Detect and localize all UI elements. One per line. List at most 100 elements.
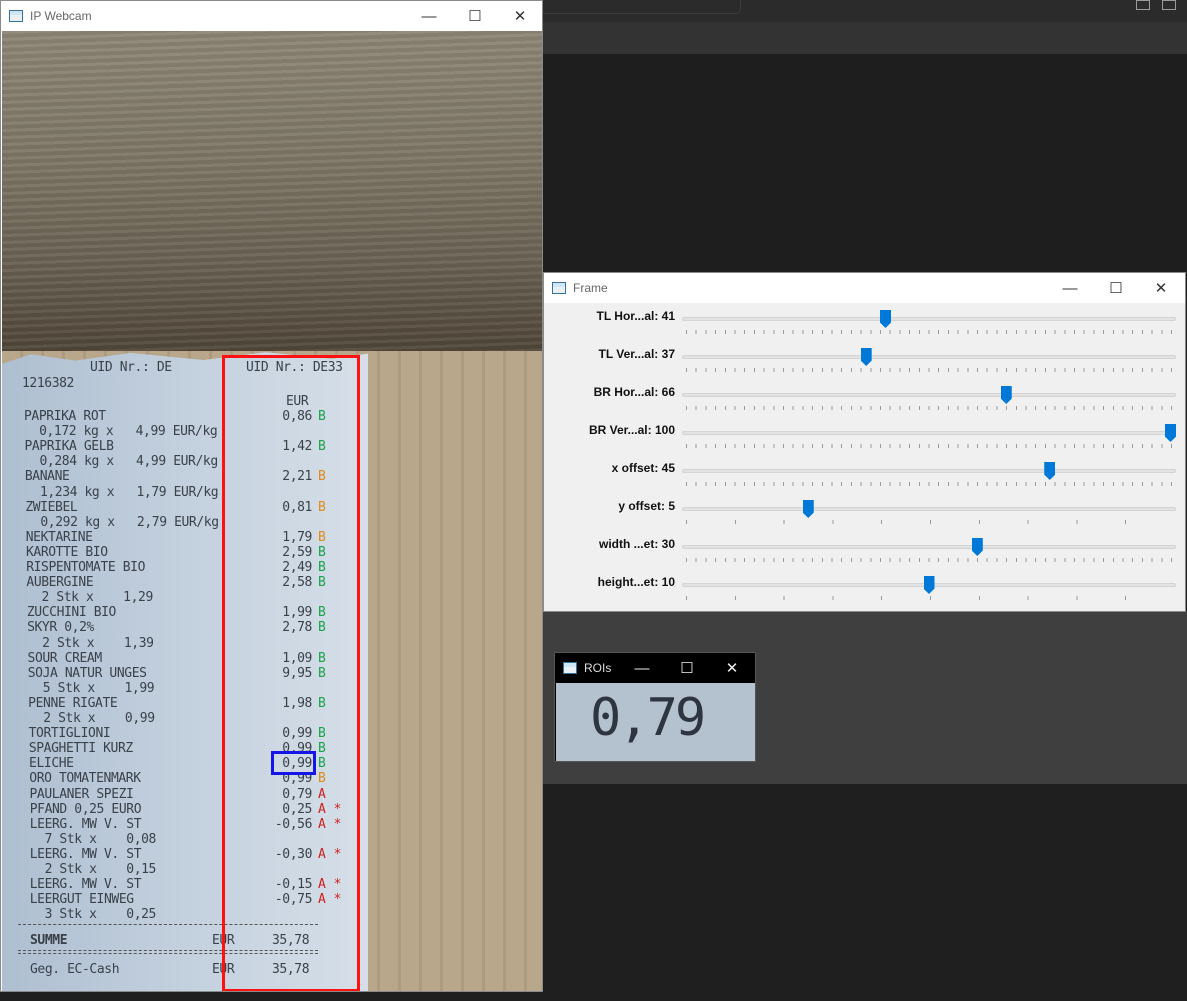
receipt-line-text: SPAGHETTI KURZ bbox=[28, 741, 133, 757]
receipt-line-text: ZUCCHINI BIO bbox=[26, 605, 117, 621]
receipt-line-text: 2 Stk x 1,29 bbox=[26, 590, 153, 606]
receipt-line-text: LEERG. MW V. ST bbox=[29, 846, 142, 862]
receipt-line-text: KAROTTE BIO bbox=[25, 544, 108, 560]
trackbar-row: TL Hor...al: 41 bbox=[544, 305, 1185, 343]
receipt-line-text: 1,234 kg x 1,79 EUR/kg bbox=[25, 484, 219, 500]
trackbar-ticks bbox=[686, 482, 1174, 486]
trackbar-ticks bbox=[686, 596, 1174, 600]
trackbar-thumb[interactable] bbox=[971, 538, 983, 556]
trackbar-label: y offset: 5 bbox=[618, 499, 675, 513]
receipt-line-text: NEKTARINE bbox=[25, 529, 93, 545]
receipt-line-text: 0,172 kg x 4,99 EUR/kg bbox=[24, 424, 218, 440]
layout-icon[interactable] bbox=[1136, 0, 1150, 10]
maximize-button[interactable]: ☐ bbox=[452, 1, 498, 31]
roi-image: 0,79 bbox=[556, 683, 755, 761]
trackbar-label: TL Ver...al: 37 bbox=[598, 347, 676, 361]
trackbar-row: BR Hor...al: 66 bbox=[544, 381, 1185, 419]
trackbar-track[interactable] bbox=[682, 431, 1176, 435]
minimize-button[interactable]: — bbox=[619, 653, 665, 683]
trackbar-track[interactable] bbox=[682, 317, 1176, 321]
receipt-line-text: PAULANER SPEZI bbox=[29, 786, 134, 802]
receipt-line-text: PAPRIKA GELB bbox=[24, 439, 114, 455]
rois-title: ROIs bbox=[584, 661, 612, 675]
trackbar-ticks bbox=[686, 330, 1174, 334]
receipt-line-text: BANANE bbox=[24, 469, 70, 485]
close-button[interactable]: ✕ bbox=[1138, 273, 1184, 303]
rois-titlebar[interactable]: ROIs — ☐ ✕ bbox=[555, 653, 755, 683]
receipt-line-text: 0,292 kg x 2,79 EUR/kg bbox=[25, 514, 219, 530]
frame-window: Frame — ☐ ✕ TL Hor...al: 41 TL Ver...al: … bbox=[543, 272, 1186, 612]
receipt-line-text: 7 Stk x 0,08 bbox=[29, 831, 157, 847]
trackbar-ticks bbox=[686, 558, 1174, 562]
receipt-line-text: SOUR CREAM bbox=[27, 650, 103, 666]
trackbar-track[interactable] bbox=[682, 507, 1176, 511]
trackbar-label: x offset: 45 bbox=[611, 461, 675, 475]
trackbar-row: y offset: 5 bbox=[544, 495, 1185, 533]
frame-titlebar[interactable]: Frame — ☐ ✕ bbox=[544, 273, 1185, 303]
trackbar-track[interactable] bbox=[682, 545, 1176, 549]
trackbar-thumb[interactable] bbox=[1044, 462, 1056, 480]
receipt-line-text: ORO TOMATENMARK bbox=[29, 771, 141, 787]
price-column-roi bbox=[222, 355, 360, 991]
app-icon bbox=[563, 662, 577, 674]
trackbar-row: width ...et: 30 bbox=[544, 533, 1185, 571]
receipt-line-text: 2 Stk x 0,99 bbox=[28, 711, 155, 726]
webcam-titlebar[interactable]: IP Webcam — ☐ ✕ bbox=[1, 1, 542, 31]
receipt-number: 1216382 bbox=[22, 376, 74, 391]
webcam-window: IP Webcam — ☐ ✕ UID Nr.: DE UID Nr.: DE3… bbox=[0, 0, 543, 992]
roi-value: 0,79 bbox=[590, 688, 706, 748]
receipt-line-text: SOJA NATUR UNGES bbox=[27, 665, 147, 681]
rois-window: ROIs — ☐ ✕ 0,79 bbox=[554, 652, 756, 762]
trackbar-track[interactable] bbox=[682, 355, 1176, 359]
trackbar-ticks bbox=[686, 444, 1174, 448]
app-icon bbox=[9, 10, 23, 22]
trackbar-thumb[interactable] bbox=[1165, 424, 1176, 442]
receipt-line-text: PAPRIKA ROT bbox=[24, 409, 106, 424]
receipt-line-text: 2 Stk x 0,15 bbox=[29, 862, 157, 877]
trackbar-thumb[interactable] bbox=[1000, 386, 1012, 404]
maximize-button[interactable]: ☐ bbox=[1093, 273, 1139, 303]
receipt-line-text: SKYR 0,2% bbox=[27, 620, 94, 636]
wood-surface bbox=[2, 31, 542, 355]
close-button[interactable]: ✕ bbox=[497, 1, 542, 31]
maximize-button[interactable]: ☐ bbox=[664, 653, 710, 683]
trackbar-thumb[interactable] bbox=[860, 348, 872, 366]
trackbar-ticks bbox=[686, 520, 1174, 524]
minimize-button[interactable]: — bbox=[406, 1, 452, 31]
receipt-line-text: 3 Stk x 0,25 bbox=[29, 907, 157, 923]
receipt-line-text: 2 Stk x 1,39 bbox=[27, 635, 154, 651]
trackbar-label: BR Hor...al: 66 bbox=[593, 385, 675, 399]
trackbar-thumb[interactable] bbox=[802, 500, 814, 518]
receipt-line-text: LEERGUT EINWEG bbox=[29, 892, 134, 908]
receipt-line-text: PFAND 0,25 EURO bbox=[29, 801, 142, 817]
trackbar-thumb[interactable] bbox=[880, 310, 892, 328]
receipt-line-text: AUBERGINE bbox=[26, 575, 94, 591]
receipt-payment-label: Geg. EC-Cash bbox=[30, 962, 120, 977]
receipt-line-text: ZWIEBEL bbox=[25, 499, 78, 515]
minimize-button[interactable]: — bbox=[1047, 273, 1093, 303]
trackbar-row: height...et: 10 bbox=[544, 571, 1185, 609]
receipt-line-text: PENNE RIGATE bbox=[28, 695, 118, 711]
trackbar-ticks bbox=[686, 406, 1174, 410]
background-tab bbox=[541, 0, 741, 14]
close-button[interactable]: ✕ bbox=[709, 653, 755, 683]
trackbar-track[interactable] bbox=[682, 469, 1176, 473]
trackbar-label: TL Hor...al: 41 bbox=[596, 309, 675, 323]
receipt-line-text: ELICHE bbox=[29, 756, 74, 772]
trackbar-track[interactable] bbox=[682, 393, 1176, 397]
trackbar-row: BR Ver...al: 100 bbox=[544, 419, 1185, 457]
trackbar-label: BR Ver...al: 100 bbox=[588, 423, 675, 437]
panel-icon[interactable] bbox=[1162, 0, 1176, 10]
trackbar-label: width ...et: 30 bbox=[598, 537, 675, 551]
app-icon bbox=[552, 282, 566, 294]
receipt-uid-left: UID Nr.: DE bbox=[90, 360, 172, 375]
receipt-line-text: 0,284 kg x 4,99 EUR/kg bbox=[24, 454, 219, 470]
webcam-title: IP Webcam bbox=[30, 9, 92, 23]
receipt-line-text: LEERG. MW V. ST bbox=[29, 877, 142, 893]
receipt-line-text: LEERG. MW V. ST bbox=[29, 816, 142, 832]
receipt-line-text: RISPENTOMATE BIO bbox=[26, 560, 146, 575]
trackbar-row: TL Ver...al: 37 bbox=[544, 343, 1185, 381]
trackbar-thumb[interactable] bbox=[923, 576, 935, 594]
frame-title: Frame bbox=[573, 281, 608, 295]
receipt-line-text: TORTIGLIONI bbox=[28, 726, 111, 742]
